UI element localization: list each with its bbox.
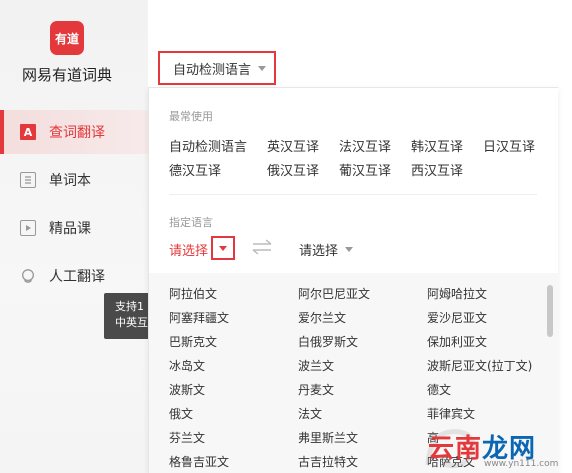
- language-list-item[interactable]: 阿尔巴尼亚文: [298, 285, 370, 302]
- language-list-item[interactable]: 俄文: [169, 405, 193, 422]
- language-list-item[interactable]: 格鲁吉亚文: [169, 453, 229, 470]
- sidebar-item-course[interactable]: 精品课: [0, 206, 148, 250]
- wordbook-icon: [20, 172, 36, 188]
- app-name: 网易有道词典: [22, 66, 113, 84]
- translate-a-icon: A: [20, 124, 36, 140]
- sidebar-item-lookup-translate[interactable]: A 查词翻译: [0, 110, 148, 154]
- language-option[interactable]: 英汉互译: [267, 136, 319, 155]
- language-list-item[interactable]: 波斯文: [169, 381, 205, 398]
- language-option[interactable]: 葡汉互译: [339, 160, 391, 179]
- language-option[interactable]: 俄汉互译: [267, 160, 319, 179]
- watermark-url: www.yn111.com: [484, 459, 559, 469]
- language-option[interactable]: 法汉互译: [339, 136, 391, 155]
- dropdown-value: 自动检测语言: [173, 62, 252, 78]
- list-scrollbar[interactable]: [547, 285, 553, 337]
- language-list-item[interactable]: 阿塞拜疆文: [169, 309, 229, 326]
- language-list-item[interactable]: 阿姆哈拉文: [427, 285, 487, 302]
- language-list-item[interactable]: 弗里斯兰文: [298, 429, 358, 446]
- language-option[interactable]: 西汉互译: [411, 160, 463, 179]
- language-list-item[interactable]: 德文: [427, 381, 451, 398]
- language-list-item[interactable]: 爱沙尼亚文: [427, 309, 487, 326]
- chevron-down-icon: [219, 245, 227, 251]
- swap-languages-icon[interactable]: [251, 238, 273, 256]
- app-logo[interactable]: 有道: [50, 21, 84, 55]
- language-list-item[interactable]: 法文: [298, 405, 322, 422]
- divider: [169, 194, 537, 195]
- chevron-down-icon: [258, 65, 267, 71]
- language-option[interactable]: 自动检测语言: [169, 136, 247, 155]
- language-list-item[interactable]: 芬兰文: [169, 429, 205, 446]
- sidebar: 有道 网易有道词典 A 查词翻译 单词本 精品课 人工翻译 支持1 中英互: [0, 0, 148, 473]
- language-list-item[interactable]: 波斯尼亚文(拉丁文): [427, 357, 532, 374]
- language-list-item[interactable]: 爱尔兰文: [298, 309, 346, 326]
- chevron-down-icon: [345, 247, 354, 252]
- language-option[interactable]: 韩汉互译: [411, 136, 463, 155]
- human-translate-icon: [20, 268, 36, 284]
- language-list-item[interactable]: 丹麦文: [298, 381, 334, 398]
- language-list-item[interactable]: 白俄罗斯文: [298, 333, 358, 350]
- language-list-item[interactable]: 冰岛文: [169, 357, 205, 374]
- section-title-common: 最常使用: [169, 110, 213, 123]
- course-play-icon: [20, 220, 36, 236]
- language-list-item[interactable]: 波兰文: [298, 357, 334, 374]
- sidebar-item-label: 精品课: [49, 221, 91, 237]
- watermark-text-a: 云南: [428, 434, 483, 464]
- tooltip: 支持1 中英互: [104, 293, 148, 339]
- sidebar-item-human-translate[interactable]: 人工翻译: [0, 254, 148, 298]
- language-list-item[interactable]: 保加利亚文: [427, 333, 487, 350]
- sidebar-item-label: 人工翻译: [49, 269, 105, 285]
- target-language-select[interactable]: 请选择: [299, 240, 354, 259]
- language-list-item[interactable]: 古吉拉特文: [298, 453, 358, 470]
- sidebar-item-wordbook[interactable]: 单词本: [0, 158, 148, 202]
- sidebar-item-label: 单词本: [49, 173, 91, 189]
- target-language-label: 请选择: [299, 244, 339, 259]
- language-list-item[interactable]: 巴斯克文: [169, 333, 217, 350]
- section-title-specify: 指定语言: [169, 216, 213, 229]
- source-language-select[interactable]: 请选择: [169, 240, 208, 259]
- source-language-caret-button[interactable]: [211, 236, 235, 260]
- sidebar-item-label: 查词翻译: [49, 125, 105, 141]
- language-option[interactable]: 德汉互译: [169, 160, 221, 179]
- tooltip-line: 中英互: [115, 316, 148, 329]
- language-picker-panel: 最常使用 自动检测语言 英汉互译 法汉互译 韩汉互译 日汉互译 德汉互译 俄汉互…: [148, 87, 559, 473]
- source-language-dropdown[interactable]: 自动检测语言: [158, 51, 276, 85]
- tooltip-line: 支持1: [115, 300, 144, 313]
- language-option[interactable]: 日汉互译: [483, 136, 535, 155]
- language-list-item[interactable]: 阿拉伯文: [169, 285, 217, 302]
